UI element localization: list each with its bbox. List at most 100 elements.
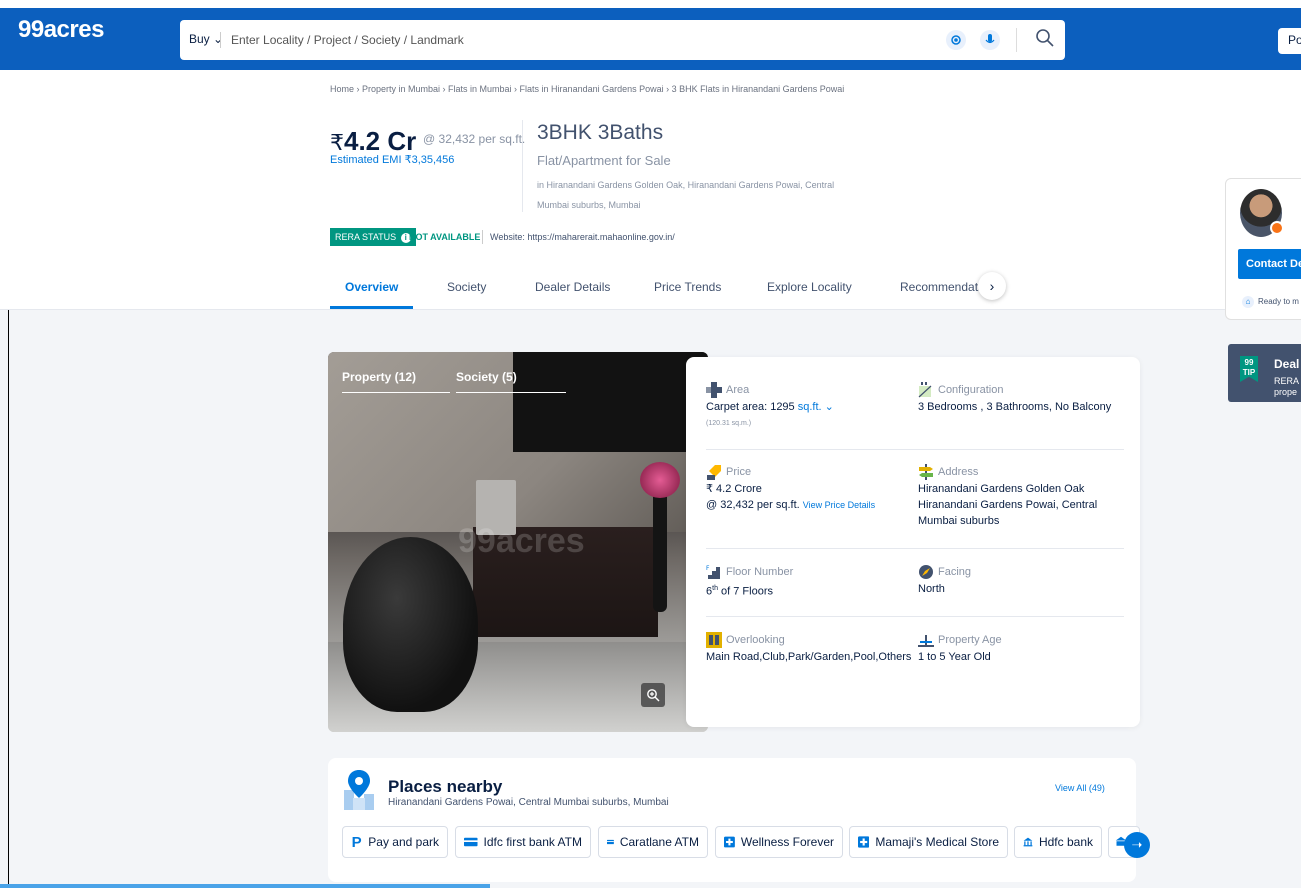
view-all-places-link[interactable]: View All (49) xyxy=(1055,783,1105,793)
area-icon xyxy=(706,382,722,398)
signpost-icon xyxy=(919,464,933,480)
rera-status-badge: RERA STATUS i xyxy=(330,228,416,246)
rera-status-value: NOT AVAILABLE xyxy=(409,232,481,242)
place-chip[interactable]: Caratlane ATM xyxy=(598,826,708,858)
tab-explore-locality[interactable]: Explore Locality xyxy=(767,280,852,294)
details-divider-1 xyxy=(706,449,1124,450)
site-logo[interactable]: 99acres xyxy=(18,16,104,44)
zoom-in-icon[interactable] xyxy=(641,683,665,707)
ready-to-move-status: ⌂ Ready to m xyxy=(1242,296,1299,308)
svg-text:F: F xyxy=(706,565,710,572)
overlooking-value: Main Road,Club,Park/Garden,Pool,Others xyxy=(706,651,912,663)
medical-cross-icon xyxy=(724,836,735,848)
details-divider-2 xyxy=(706,548,1124,549)
places-nearby-subtitle: Hiranandani Gardens Powai, Central Mumba… xyxy=(388,797,669,808)
location-target-icon[interactable] xyxy=(946,30,966,50)
search-input[interactable] xyxy=(231,30,911,50)
gallery-tab-property[interactable]: Property (12) xyxy=(342,370,416,384)
top-navbar: 99acres Buy ⌄ Po xyxy=(0,8,1301,70)
property-type: Flat/Apartment for Sale xyxy=(537,153,671,168)
places-next-arrow-icon[interactable]: ➝ xyxy=(1124,832,1150,858)
photo-watermark: 99acres xyxy=(458,522,585,560)
property-age-detail: Property Age 1 to 5 Year Old xyxy=(918,634,1002,663)
page-load-progress-bar xyxy=(0,884,490,888)
tabs-next-chevron-icon[interactable]: › xyxy=(978,272,1006,300)
price-per-sqft-detail: @ 32,432 per sq.ft. xyxy=(706,499,800,511)
tab-overview[interactable]: Overview xyxy=(345,280,398,294)
floor-detail: F Floor Number 6th of 7 Floors xyxy=(706,565,794,598)
deal-tip-description: RERA prope xyxy=(1274,376,1300,397)
map-pin-buildings-icon xyxy=(344,770,374,810)
search-divider xyxy=(220,32,221,48)
bank-icon xyxy=(1023,837,1033,847)
property-details-card: Area Carpet area: 1295 sq.ft. ⌄ (120.31 … xyxy=(686,357,1140,727)
home-icon: ⌂ xyxy=(1242,296,1254,308)
property-header: Home › Property in Mumbai › Flats in Mum… xyxy=(0,70,1301,320)
place-chip[interactable]: Idfc first bank ATM xyxy=(455,826,591,858)
address-detail: Address Hiranandani Gardens Golden Oak H… xyxy=(918,463,1118,529)
gallery-tab-property-underline xyxy=(342,392,450,393)
place-chip[interactable]: Wellness Forever xyxy=(715,826,843,858)
contact-dealer-button[interactable]: Contact De xyxy=(1238,249,1301,279)
stairs-icon: F xyxy=(706,565,720,579)
dealer-card: Contact De ⌂ Ready to m xyxy=(1225,178,1301,320)
search-icon[interactable] xyxy=(1035,28,1055,53)
buy-dropdown[interactable]: Buy ⌄ xyxy=(189,32,223,46)
property-address: in Hiranandani Gardens Golden Oak, Hiran… xyxy=(537,180,835,210)
window-icon xyxy=(706,632,722,648)
active-tab-indicator xyxy=(330,306,413,309)
tab-society[interactable]: Society xyxy=(447,280,486,294)
places-nearby-section: Places nearby Hiranandani Gardens Powai,… xyxy=(328,758,1150,882)
microphone-icon[interactable] xyxy=(980,30,1000,50)
area-sqm: (120.31 sq.m.) xyxy=(706,420,752,427)
breadcrumb[interactable]: Home › Property in Mumbai › Flats in Mum… xyxy=(330,84,844,94)
gallery-tab-society-underline xyxy=(456,392,566,393)
deal-tip-card[interactable]: 99 TIP Deal RERA prope xyxy=(1228,344,1301,402)
facing-detail: Facing North xyxy=(918,565,972,595)
overlooking-detail: Overlooking Main Road,Club,Park/Garden,P… xyxy=(706,632,912,663)
compass-icon xyxy=(919,565,933,579)
dealer-badge-icon xyxy=(1270,221,1284,235)
facing-value: North xyxy=(918,583,945,595)
tab-dealer-details[interactable]: Dealer Details xyxy=(535,280,610,294)
place-chip[interactable]: Mamaji's Medical Store xyxy=(849,826,1008,858)
view-price-details-link[interactable]: View Price Details xyxy=(803,500,875,510)
atm-card-icon xyxy=(607,839,614,845)
place-chip[interactable]: P Pay and park xyxy=(342,826,448,858)
header-divider xyxy=(522,120,523,212)
photo-vase xyxy=(653,487,667,612)
tab-recommendations[interactable]: Recommendatio xyxy=(900,280,987,294)
parking-icon: P xyxy=(351,833,362,851)
area-unit-dropdown[interactable]: sq.ft. ⌄ xyxy=(798,401,834,413)
tab-price-trends[interactable]: Price Trends xyxy=(654,280,721,294)
property-photo-gallery[interactable]: 99acres Property (12) Society (5) xyxy=(328,352,708,732)
atm-card-icon xyxy=(464,837,478,847)
search-divider-right xyxy=(1016,28,1017,52)
area-detail: Area Carpet area: 1295 sq.ft. ⌄ (120.31 … xyxy=(706,382,834,427)
rera-website[interactable]: Website: https://maharerait.mahaonline.g… xyxy=(490,232,675,242)
property-configuration-title: 3BHK 3Baths xyxy=(537,121,664,144)
configuration-value: 3 Bedrooms , 3 Bathrooms, No Balcony xyxy=(918,401,1112,413)
area-value: Carpet area: 1295 xyxy=(706,401,795,413)
price-tag-icon xyxy=(707,465,721,480)
estimated-emi-link[interactable]: Estimated EMI ₹3,35,456 xyxy=(330,153,454,166)
places-nearby-title: Places nearby xyxy=(388,777,503,796)
building-age-icon xyxy=(918,635,934,647)
gallery-tab-society[interactable]: Society (5) xyxy=(456,370,517,384)
medical-cross-icon xyxy=(858,836,870,848)
bed-icon xyxy=(918,382,932,398)
configuration-detail: Configuration 3 Bedrooms , 3 Bathrooms, … xyxy=(918,382,1112,413)
details-divider-3 xyxy=(706,616,1124,617)
photo-bean-bag xyxy=(343,537,478,712)
rera-divider xyxy=(482,230,483,244)
photo-tv xyxy=(513,352,708,452)
floor-value: 6th of 7 Floors xyxy=(706,585,773,598)
address-value: Hiranandani Gardens Golden Oak Hirananda… xyxy=(918,483,1098,527)
tip-ribbon-icon: 99 TIP xyxy=(1240,356,1258,382)
deal-tip-title: Deal xyxy=(1274,357,1300,371)
window-top-strip xyxy=(0,0,1301,8)
place-chip[interactable]: Hdfc bank xyxy=(1014,826,1102,858)
price-value: ₹ 4.2 Crore xyxy=(706,483,762,495)
post-property-button[interactable]: Po xyxy=(1278,28,1301,54)
price-detail: Price ₹ 4.2 Crore @ 32,432 per sq.ft. Vi… xyxy=(706,465,876,511)
